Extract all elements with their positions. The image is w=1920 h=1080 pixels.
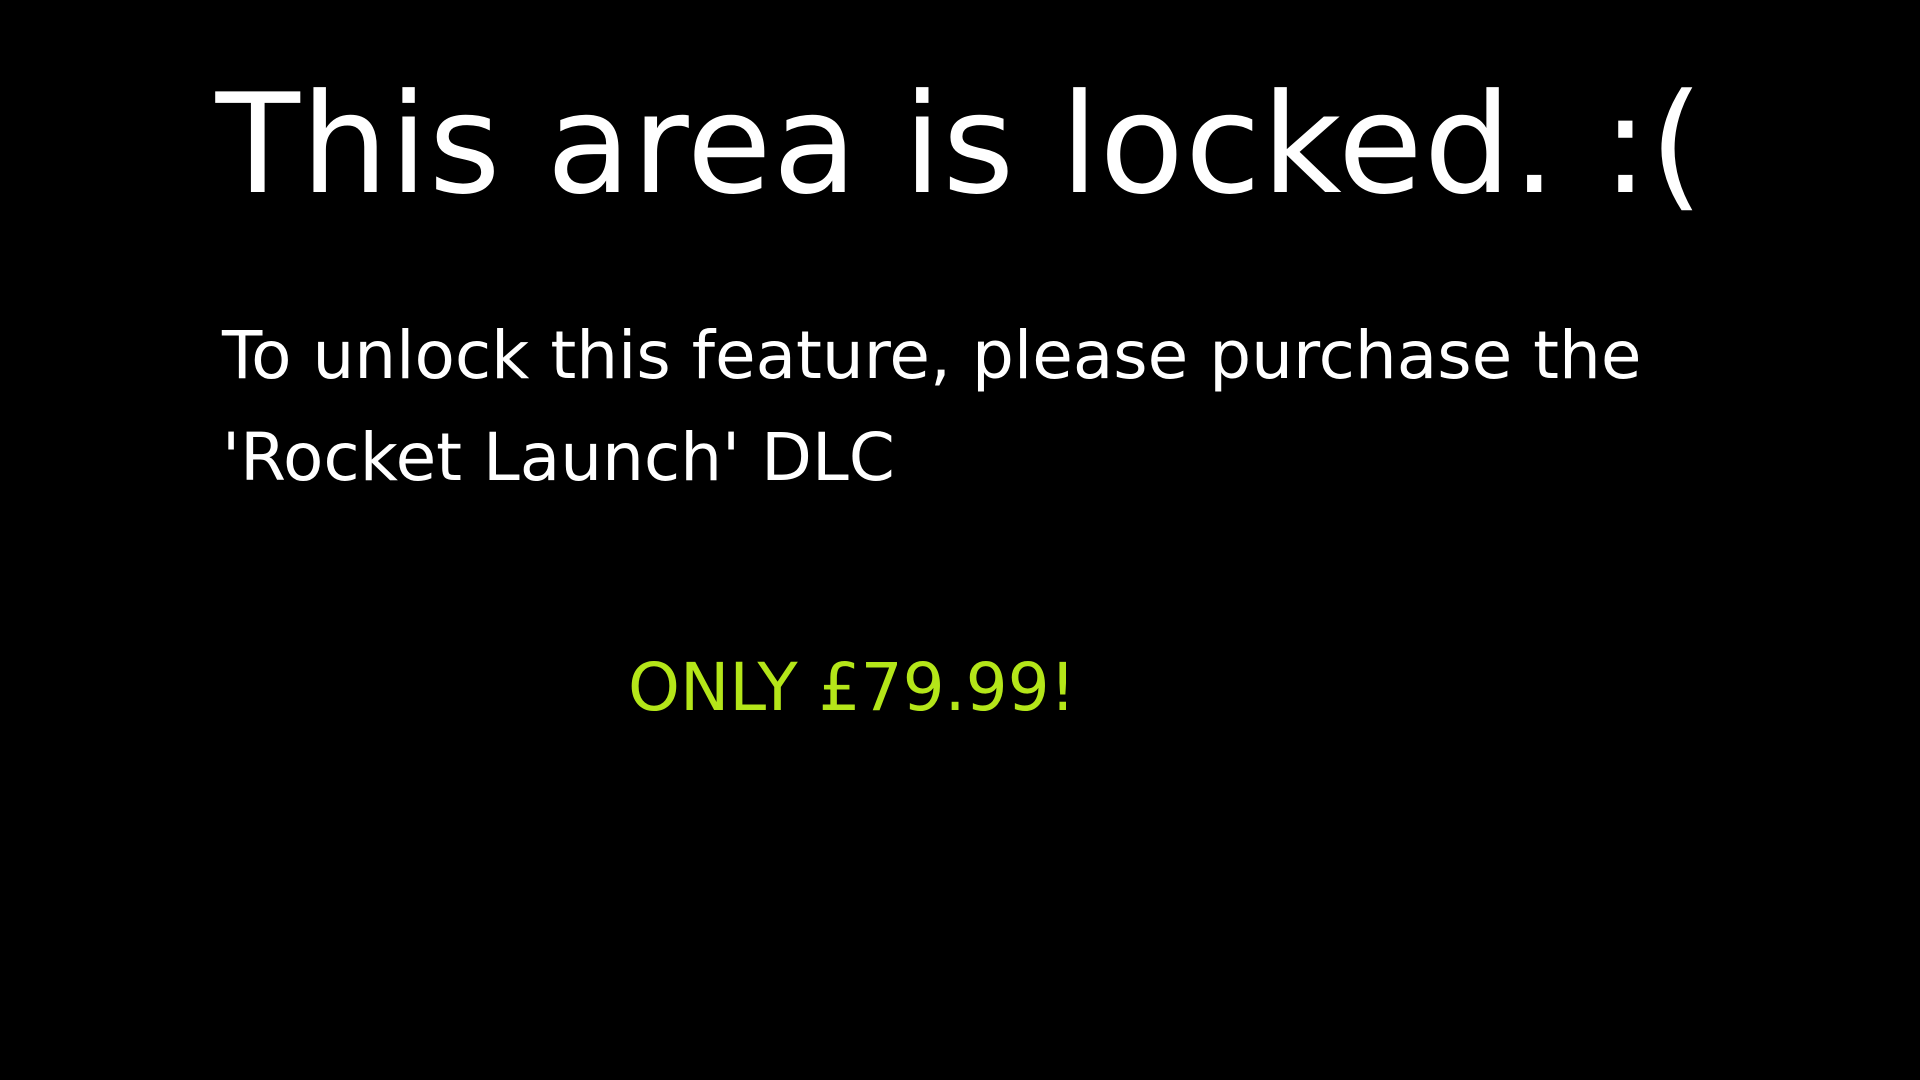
locked-title: This area is locked. :( <box>215 64 1705 225</box>
dlc-price: ONLY £79.99! <box>628 649 1077 726</box>
unlock-message-line-2: 'Rocket Launch' DLC <box>222 419 895 496</box>
unlock-message-line-1: To unlock this feature, please purchase … <box>222 317 1642 394</box>
locked-area-screen: This area is locked. :( To unlock this f… <box>0 0 1920 1080</box>
unlock-message: To unlock this feature, please purchase … <box>222 305 1722 509</box>
